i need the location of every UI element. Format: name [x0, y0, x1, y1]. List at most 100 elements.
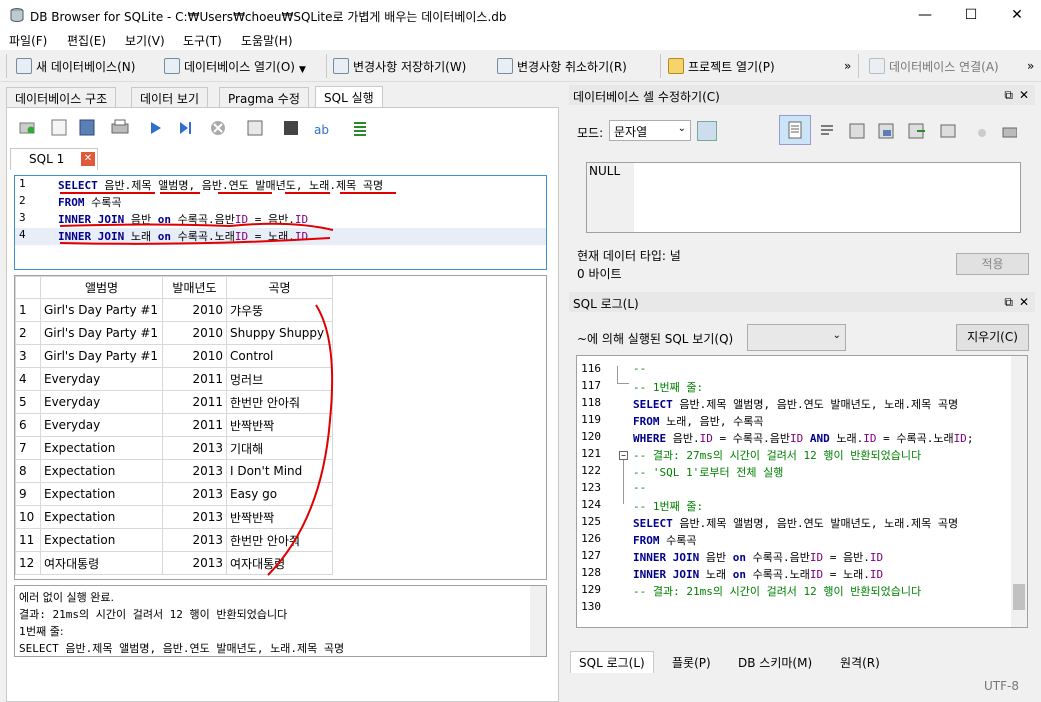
- row-number[interactable]: 12: [15, 551, 41, 575]
- table-cell[interactable]: 2013: [162, 459, 227, 483]
- table-cell[interactable]: 멍러브: [226, 367, 333, 391]
- tab-database-structure[interactable]: 데이터베이스 구조: [6, 87, 117, 107]
- close-pane-icon[interactable]: ✕: [1019, 295, 1029, 309]
- table-cell[interactable]: 한번만 안아줘: [226, 390, 333, 414]
- log-scrollbar[interactable]: [1011, 356, 1027, 627]
- table-cell[interactable]: 2013: [162, 436, 227, 460]
- table-row[interactable]: 4 Everyday 2011 멍러브: [15, 367, 333, 391]
- menu-view[interactable]: 보기(V): [125, 32, 165, 49]
- table-cell[interactable]: Everyday: [40, 390, 163, 414]
- table-cell[interactable]: 여자대통령: [40, 551, 163, 575]
- close-button[interactable]: ✕: [994, 0, 1040, 30]
- tab-execute-sql[interactable]: SQL 실행: [315, 86, 383, 108]
- table-cell[interactable]: Expectation: [40, 436, 163, 460]
- sql-editor[interactable]: 1 2 3 4 SELECT 음반.제목 앨범명, 음반.연도 발매년도, 노래…: [14, 175, 547, 270]
- table-cell[interactable]: Expectation: [40, 482, 163, 506]
- tab-sql-log[interactable]: SQL 로그(L): [570, 651, 654, 673]
- menu-edit[interactable]: 편집(E): [67, 32, 106, 49]
- table-row[interactable]: 1 Girl's Day Party #1 2010 갸우뚱: [15, 298, 333, 322]
- maximize-button[interactable]: ☐: [948, 0, 994, 30]
- log-scrollbar-thumb[interactable]: [1013, 584, 1025, 610]
- table-cell[interactable]: Expectation: [40, 459, 163, 483]
- row-number[interactable]: 3: [15, 344, 41, 368]
- chevron-down-icon[interactable]: ▼: [299, 65, 306, 75]
- table-row[interactable]: 11 Expectation 2013 한번만 안아줘: [15, 528, 333, 552]
- table-cell[interactable]: 여자대통령: [226, 551, 333, 575]
- table-row[interactable]: 12 여자대통령 2013 여자대통령: [15, 551, 333, 575]
- table-cell[interactable]: 2011: [162, 413, 227, 437]
- text-mode-button[interactable]: [779, 115, 811, 145]
- table-cell[interactable]: 한번만 안아줘: [226, 528, 333, 552]
- table-cell[interactable]: 2010: [162, 344, 227, 368]
- tab-plot[interactable]: 플롯(P): [672, 654, 711, 671]
- row-number[interactable]: 11: [15, 528, 41, 552]
- column-header[interactable]: 앨범명: [40, 276, 163, 299]
- row-number[interactable]: 8: [15, 459, 41, 483]
- menu-tools[interactable]: 도구(T): [183, 32, 222, 49]
- toolbar-overflow-button-2[interactable]: »: [1027, 56, 1034, 76]
- row-number[interactable]: 7: [15, 436, 41, 460]
- table-cell[interactable]: I Don't Mind: [226, 459, 333, 483]
- table-cell[interactable]: Girl's Day Party #1: [40, 321, 163, 345]
- tab-browse-data[interactable]: 데이터 보기: [131, 87, 209, 107]
- float-pane-icon[interactable]: ⧉: [1004, 88, 1013, 103]
- fold-toggle-icon[interactable]: −: [619, 451, 628, 460]
- table-cell[interactable]: 2010: [162, 321, 227, 345]
- column-header[interactable]: 발매년도: [162, 276, 227, 299]
- table-cell[interactable]: 갸우뚱: [226, 298, 333, 322]
- menu-help[interactable]: 도움말(H): [241, 32, 293, 49]
- row-number[interactable]: 5: [15, 390, 41, 414]
- revert-changes-button[interactable]: 변경사항 취소하기(R): [497, 56, 627, 76]
- row-number[interactable]: 4: [15, 367, 41, 391]
- close-tab-icon[interactable]: ✕: [81, 152, 95, 166]
- table-cell[interactable]: Girl's Day Party #1: [40, 298, 163, 322]
- tab-db-schema[interactable]: DB 스키마(M): [738, 654, 812, 671]
- minimize-button[interactable]: —: [902, 0, 948, 30]
- table-row[interactable]: 2 Girl's Day Party #1 2010 Shuppy Shuppy: [15, 321, 333, 345]
- mode-select[interactable]: 문자열 ⌄: [609, 120, 691, 141]
- table-cell[interactable]: 반짝반짝: [226, 413, 333, 437]
- table-row[interactable]: 5 Everyday 2011 한번만 안아줘: [15, 390, 333, 414]
- message-scrollbar[interactable]: [530, 586, 546, 656]
- table-cell[interactable]: 2011: [162, 367, 227, 391]
- table-cell[interactable]: Everyday: [40, 367, 163, 391]
- menu-file[interactable]: 파일(F): [9, 32, 47, 49]
- cell-value-editor[interactable]: NULL: [586, 162, 1021, 233]
- log-filter-select[interactable]: ⌄: [747, 324, 846, 351]
- table-cell[interactable]: Everyday: [40, 413, 163, 437]
- open-database-button[interactable]: 데이터베이스 열기(O) ▼: [164, 56, 306, 76]
- column-header[interactable]: 곡명: [226, 276, 333, 299]
- table-cell[interactable]: Girl's Day Party #1: [40, 344, 163, 368]
- table-cell[interactable]: 2013: [162, 482, 227, 506]
- row-number[interactable]: 9: [15, 482, 41, 506]
- sql-log-editor[interactable]: 116 117 118 119 120 121 122 123 124 125 126 127 128 1…: [576, 355, 1028, 628]
- table-cell[interactable]: 2013: [162, 528, 227, 552]
- table-cell[interactable]: Easy go: [226, 482, 333, 506]
- table-row[interactable]: 7 Expectation 2013 기대해: [15, 436, 333, 460]
- table-row[interactable]: 3 Girl's Day Party #1 2010 Control: [15, 344, 333, 368]
- table-cell[interactable]: 2011: [162, 390, 227, 414]
- toolbar-overflow-button[interactable]: »: [844, 56, 851, 76]
- table-cell[interactable]: 반짝반짝: [226, 505, 333, 529]
- attach-database-button[interactable]: 데이터베이스 연결(A): [869, 56, 999, 76]
- table-cell[interactable]: 2013: [162, 505, 227, 529]
- row-number[interactable]: 6: [15, 413, 41, 437]
- table-cell[interactable]: Expectation: [40, 505, 163, 529]
- sql-editor-tab[interactable]: SQL 1 ✕: [10, 148, 98, 170]
- row-number[interactable]: 2: [15, 321, 41, 345]
- close-pane-icon[interactable]: ✕: [1019, 88, 1029, 102]
- new-database-button[interactable]: 새 데이터베이스(N): [16, 56, 135, 76]
- auto-switch-mode-icon[interactable]: [697, 121, 717, 141]
- apply-button[interactable]: 적용: [956, 253, 1029, 275]
- table-cell[interactable]: Shuppy Shuppy: [226, 321, 333, 345]
- table-cell[interactable]: 2010: [162, 298, 227, 322]
- table-row[interactable]: 10 Expectation 2013 반짝반짝: [15, 505, 333, 529]
- table-cell[interactable]: 2013: [162, 551, 227, 575]
- float-pane-icon[interactable]: ⧉: [1004, 295, 1013, 310]
- row-number[interactable]: 1: [15, 298, 41, 322]
- clear-log-button[interactable]: 지우기(C): [956, 324, 1029, 351]
- table-row[interactable]: 6 Everyday 2011 반짝반짝: [15, 413, 333, 437]
- tab-remote[interactable]: 원격(R): [840, 654, 880, 671]
- open-project-button[interactable]: 프로젝트 열기(P): [668, 56, 775, 76]
- table-row[interactable]: 8 Expectation 2013 I Don't Mind: [15, 459, 333, 483]
